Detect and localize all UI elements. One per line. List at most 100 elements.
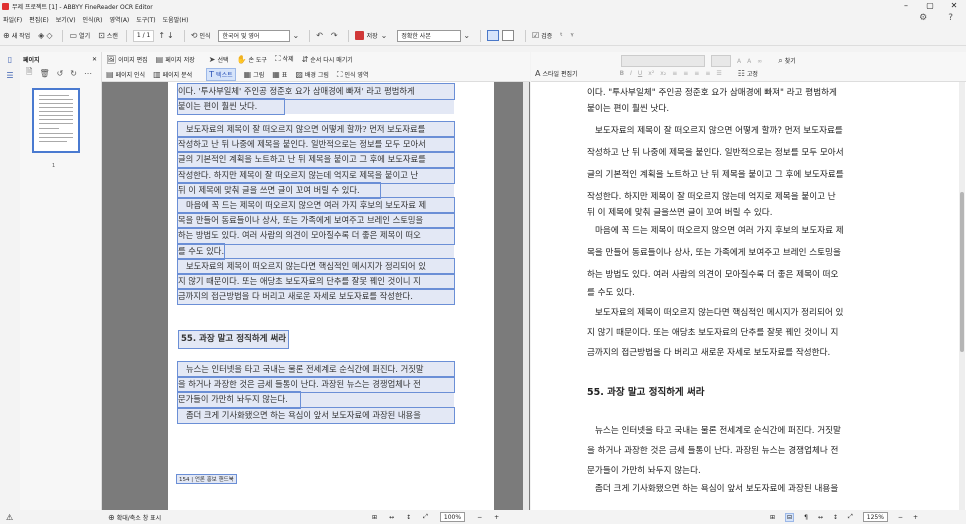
verify-button[interactable]: ☑ 검증 xyxy=(532,31,552,40)
table-area-tool[interactable]: ▦ 표 xyxy=(272,70,287,79)
menu-help[interactable]: 도움말(H) xyxy=(163,15,189,24)
text-line[interactable]: 뉴스는 인터넷을 타고 국내는 물론 전세계로 순식간에 퍼진다. 거짓말 xyxy=(595,424,841,436)
text-line[interactable]: 이다. "투사부일체" 주인공 정준호 요가 삼매경에 빠져" 라고 평범하게 xyxy=(587,86,837,98)
underline-icon[interactable]: U xyxy=(638,70,642,77)
save-icon[interactable]: 🗎 xyxy=(26,66,32,80)
next-error-icon[interactable]: ᵞ xyxy=(571,31,574,40)
page-counter[interactable]: 1 / 1 xyxy=(132,29,155,42)
minimize-button[interactable]: – xyxy=(894,0,918,12)
text-heading[interactable]: 55. 과장 말고 정직하게 써라 xyxy=(587,384,704,398)
text-zoom-out-button[interactable]: − xyxy=(898,514,903,521)
text-line[interactable]: 마음에 꼭 드는 제목이 떠오르지 않으면 여러 가지 후보의 보도자료 제 xyxy=(595,224,844,236)
text-area-tool[interactable]: T 텍스트 xyxy=(206,68,236,81)
prev-error-icon[interactable]: ᵗ xyxy=(560,31,562,40)
select-tool[interactable]: ➤ 선택 xyxy=(209,55,229,64)
recognize-page-button[interactable]: ▤ 페이지 인식 xyxy=(106,70,145,79)
image-zoom-in-button[interactable]: + xyxy=(494,514,499,521)
pages-icon[interactable]: ▯ xyxy=(0,52,20,68)
open-button[interactable]: ▭ 열기 xyxy=(69,31,90,40)
text-scrollbar[interactable] xyxy=(959,82,965,510)
align-center-icon[interactable]: ≡ xyxy=(683,70,688,77)
font-size-select[interactable] xyxy=(711,55,731,67)
new-task-button[interactable]: ⊕ 새 작업 xyxy=(3,31,30,40)
image-fullscreen-icon[interactable]: ⤢ xyxy=(423,513,428,521)
text-block-3[interactable]: 뉴스는 인터넷을 타고 국내는 물론 전세계로 순식간에 퍼진다. 거짓말 을 … xyxy=(177,360,455,424)
image-fit-height-icon[interactable]: ↕ xyxy=(406,514,411,521)
list-icon[interactable]: ☰ xyxy=(716,70,721,77)
text-zoom-in-button[interactable]: + xyxy=(913,514,918,521)
rotate-left-icon[interactable]: ↺ xyxy=(57,69,64,78)
split-view-icon[interactable] xyxy=(487,30,500,41)
link-icon[interactable]: ∞ xyxy=(757,58,762,65)
reorder-button[interactable]: ⇵ 순서 다시 매기기 xyxy=(302,55,353,64)
text-view-mode-icon[interactable]: ⊞ xyxy=(770,514,775,521)
paragraph-marks-icon[interactable]: ¶ xyxy=(804,514,808,521)
image-zoom-select[interactable]: 100% xyxy=(439,512,466,522)
justify-icon[interactable]: ≡ xyxy=(705,70,710,77)
language-select[interactable]: 한국어 및 영어 xyxy=(218,29,291,42)
save-format-select[interactable]: 정확한 사본 xyxy=(397,29,462,42)
more-icon[interactable]: ⋯ xyxy=(84,69,92,78)
image-fit-width-icon[interactable]: ↔ xyxy=(389,514,394,521)
arrow-up-icon[interactable]: ↑ xyxy=(158,31,165,40)
help-icon[interactable]: ? xyxy=(948,13,953,23)
bold-icon[interactable]: B xyxy=(620,70,625,77)
align-left-icon[interactable]: ≡ xyxy=(672,70,677,77)
text-line[interactable]: 문가들이 가만히 놔두지 않는다. xyxy=(587,464,701,476)
save-page-button[interactable]: ▤ 페이지 저장 xyxy=(156,55,195,64)
warning-icon[interactable]: ⚠ xyxy=(6,513,13,522)
chevron-down-icon[interactable]: ⌄ xyxy=(463,31,470,40)
text-line[interactable]: 작성하고 난 뒤 나중에 제목을 붙인다. 일반적으로는 정보를 모두 모아서 xyxy=(587,146,844,158)
superscript-icon[interactable]: x² xyxy=(648,70,654,77)
properties-button[interactable]: ☷ 고정 xyxy=(738,69,758,78)
save-button[interactable]: 저장 ⌄ xyxy=(354,31,390,40)
rotate-right-icon[interactable]: ↻ xyxy=(70,69,77,78)
close-button[interactable]: ✕ xyxy=(942,0,966,12)
style-editor-button[interactable]: A 스타일 편집기 xyxy=(535,69,578,78)
menu-tools[interactable]: 도구(T) xyxy=(136,15,155,24)
text-line[interactable]: 보도자료의 제목이 잘 떠오르지 않으면 어떻게 할까? 먼저 보도자료를 xyxy=(595,124,843,136)
text-fullscreen-icon[interactable]: ⤢ xyxy=(848,513,853,521)
text-line[interactable]: 금까지의 접근방법을 다 버리고 새로운 자세로 보도자료를 작성한다. xyxy=(587,346,830,358)
edit-image-button[interactable]: 🖼 이미지 편집 xyxy=(106,55,148,64)
list-view-icon[interactable]: ☰ xyxy=(0,68,20,84)
text-line[interactable]: 붙이는 편이 훨씬 낫다. xyxy=(587,102,669,114)
recognition-area-tool[interactable]: ⛶ 인식 영역 xyxy=(337,70,369,80)
text-fit-height-icon[interactable]: ↕ xyxy=(833,514,838,521)
heading-block[interactable]: 55. 과장 말고 정직하게 써라 xyxy=(178,330,290,350)
image-zoom-out-button[interactable]: − xyxy=(477,514,482,521)
italic-icon[interactable]: I xyxy=(630,70,632,77)
menu-recognize[interactable]: 인식(R) xyxy=(83,15,103,24)
delete-area-button[interactable]: ⛶ 삭제 xyxy=(275,54,294,64)
text-line[interactable]: 을 하거나 과장한 것은 금세 들통이 난다. 과장된 뉴스는 경쟁업체나 전 xyxy=(587,444,838,456)
text-line[interactable]: 지 않기 때문이다. 또는 애당초 보도자료의 단추를 잘못 꿰인 것이니 지 xyxy=(587,326,838,338)
font-style-select[interactable] xyxy=(621,55,705,67)
menu-view[interactable]: 보기(V) xyxy=(56,15,76,24)
menu-file[interactable]: 파일(F) xyxy=(3,15,22,24)
text-scrollbar-thumb[interactable] xyxy=(960,192,964,352)
subscript-icon[interactable]: x₂ xyxy=(660,70,666,77)
text-line[interactable]: 를 수도 있다. xyxy=(587,286,635,298)
delete-icon[interactable]: 🗑 xyxy=(39,69,49,78)
analyze-page-button[interactable]: ▥ 페이지 분석 xyxy=(153,70,192,79)
text-line[interactable]: 뒤 이 제목에 맞춰 글을쓰면 글이 꼬여 버릴 수 있다. xyxy=(587,206,772,218)
align-right-icon[interactable]: ≡ xyxy=(694,70,699,77)
text-line[interactable]: 작성한다. 하지만 제목이 잘 떠오르지 않는데 억지로 제목을 붙이고 난 xyxy=(587,190,836,202)
text-block-1[interactable]: 이다. '투사부일체' 주인공 정준호 요가 삼매경에 빠져' 라고 평범하게 … xyxy=(177,82,455,116)
page-footer-block[interactable]: 154 | 언론 홍보 핸드북 xyxy=(176,474,237,484)
text-block-2[interactable]: 보도자료의 제목이 잘 떠오르지 않으면 어떻게 할까? 먼저 보도자료를 작성… xyxy=(177,120,455,306)
layers-button[interactable]: ◈ ◇ xyxy=(38,31,54,40)
image-scrollbar[interactable] xyxy=(523,82,529,510)
picture-area-tool[interactable]: ▦ 그림 xyxy=(244,70,265,79)
scan-button[interactable]: ⊡ 스캔 xyxy=(98,31,118,40)
hand-tool[interactable]: ✋ 손 도구 xyxy=(237,55,267,64)
page-navigator[interactable]: 1 / 1 ↑ ↓ xyxy=(132,29,176,42)
menu-edit[interactable]: 편집(E) xyxy=(29,15,49,24)
settings-gear-icon[interactable]: ⚙ xyxy=(919,13,927,23)
text-line[interactable]: 좀더 크게 기사화됐으면 하는 욕심이 앞서 보도자료에 과장된 내용을 xyxy=(595,482,838,494)
chevron-down-icon[interactable]: ⌄ xyxy=(292,31,299,40)
maximize-button[interactable]: ▢ xyxy=(918,0,942,12)
arrow-down-icon[interactable]: ↓ xyxy=(167,31,174,40)
text-zoom-select[interactable]: 125% xyxy=(862,512,888,522)
redo-icon[interactable]: ↷ xyxy=(331,31,338,40)
